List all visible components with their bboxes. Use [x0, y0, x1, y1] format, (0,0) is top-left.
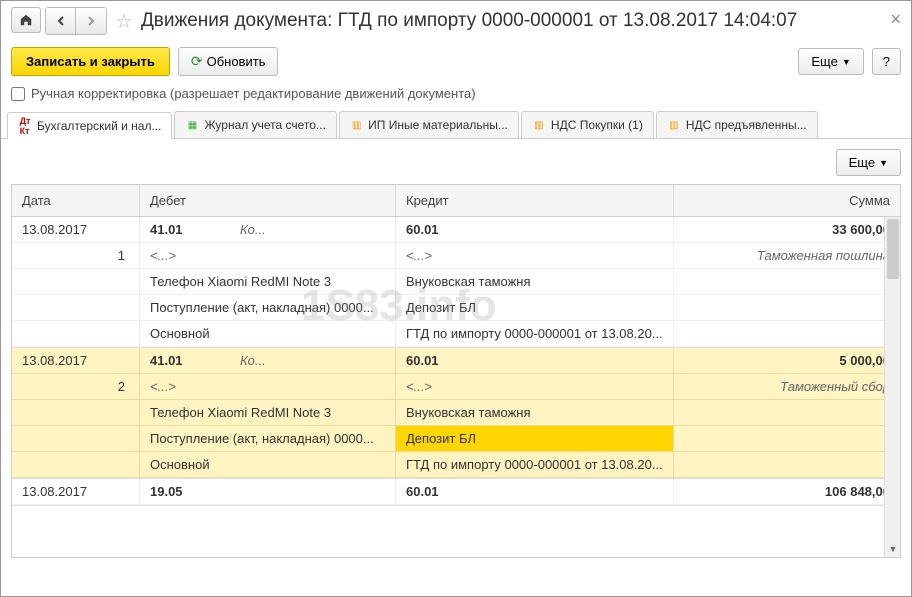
table-row[interactable]: 13.08.201741.01Ко...60.0133 600,001<...>… — [12, 217, 900, 348]
refresh-icon: ⟳ — [191, 53, 203, 70]
tab-2[interactable]: ▥ ИП Иные материальны... — [339, 111, 519, 138]
scrollbar[interactable]: ▼ — [884, 217, 900, 557]
cell-debit-line: <...> — [140, 243, 396, 269]
scroll-thumb[interactable] — [887, 219, 899, 279]
tab-icon: ▥ — [667, 118, 681, 132]
home-icon — [19, 13, 33, 27]
manual-correction-label: Ручная корректировка (разрешает редактир… — [31, 86, 476, 101]
cell-credit-account: 60.01 — [396, 217, 674, 243]
cell-credit-line: Депозит БЛ — [396, 426, 674, 452]
chevron-down-icon: ▼ — [879, 158, 888, 168]
content-more-button[interactable]: Еще ▼ — [836, 149, 901, 176]
close-button[interactable]: × — [890, 9, 901, 30]
cell-credit-account: 60.01 — [396, 479, 674, 505]
cell-debit-line: Телефон Xiaomi RedMI Note 3 — [140, 269, 396, 295]
cell-debit-account: 41.01Ко... — [140, 217, 396, 243]
cell-sum: 106 848,00 — [674, 479, 900, 505]
cell-debit-account: 19.05 — [140, 479, 396, 505]
refresh-button[interactable]: ⟳ Обновить — [178, 47, 279, 76]
forward-button[interactable] — [76, 8, 106, 34]
tab-label: НДС предъявленны... — [686, 118, 807, 132]
help-button[interactable]: ? — [872, 48, 901, 75]
chevron-down-icon: ▼ — [842, 57, 851, 67]
arrow-right-icon — [85, 15, 97, 27]
col-header-credit[interactable]: Кредит — [396, 185, 674, 216]
cell-sum: 33 600,00 — [674, 217, 900, 243]
cell-row-num: 2 — [12, 374, 140, 400]
cell-credit-account: 60.01 — [396, 348, 674, 374]
cell-credit-line: Внуковская таможня — [396, 269, 674, 295]
cell-row-num: 1 — [12, 243, 140, 269]
window-title: Движения документа: ГТД по импорту 0000-… — [141, 10, 797, 32]
tab-0[interactable]: ДтКт Бухгалтерский и нал... — [7, 112, 172, 139]
cell-debit-line: Основной — [140, 452, 396, 478]
tab-label: Бухгалтерский и нал... — [37, 119, 161, 133]
tab-icon: ▥ — [350, 118, 363, 132]
cell-credit-line: Внуковская таможня — [396, 400, 674, 426]
cell-debit-line: <...> — [140, 374, 396, 400]
col-header-sum[interactable]: Сумма — [674, 185, 900, 216]
tab-icon: ▥ — [532, 118, 546, 132]
scroll-down-icon[interactable]: ▼ — [885, 541, 900, 557]
cell-date: 13.08.2017 — [12, 217, 140, 243]
tabs: ДтКт Бухгалтерский и нал... ▦ Журнал учета … — [1, 111, 911, 139]
tab-label: Журнал учета счето... — [204, 118, 325, 132]
tab-label: НДС Покупки (1) — [551, 118, 643, 132]
cell-date: 13.08.2017 — [12, 479, 140, 505]
cell-sum-desc: Таможенный сбор — [674, 374, 900, 400]
cell-debit-line: Поступление (акт, накладная) 0000... — [140, 426, 396, 452]
cell-sum-desc: Таможенная пошлина — [674, 243, 900, 269]
tab-icon: ▦ — [185, 118, 199, 132]
col-header-debit[interactable]: Дебет — [140, 185, 396, 216]
favorite-star-icon[interactable]: ☆ — [115, 9, 133, 34]
cell-debit-line: Основной — [140, 321, 396, 347]
cell-sum: 5 000,00 — [674, 348, 900, 374]
more-button[interactable]: Еще ▼ — [798, 48, 863, 75]
col-header-date[interactable]: Дата — [12, 185, 140, 216]
cell-debit-line: Телефон Xiaomi RedMI Note 3 — [140, 400, 396, 426]
table-row[interactable]: 13.08.201719.0560.01106 848,00 — [12, 479, 900, 506]
tab-3[interactable]: ▥ НДС Покупки (1) — [521, 111, 654, 138]
cell-credit-line: <...> — [396, 374, 674, 400]
home-button[interactable] — [11, 7, 41, 33]
table-row[interactable]: 13.08.201741.01Ко...60.015 000,002<...><… — [12, 348, 900, 479]
cell-date: 13.08.2017 — [12, 348, 140, 374]
tab-icon: ДтКт — [18, 119, 32, 133]
cell-credit-line: ГТД по импорту 0000-000001 от 13.08.20..… — [396, 321, 674, 347]
manual-correction-checkbox[interactable] — [11, 87, 25, 101]
back-button[interactable] — [46, 8, 76, 34]
tab-1[interactable]: ▦ Журнал учета счето... — [174, 111, 336, 138]
cell-credit-line: ГТД по импорту 0000-000001 от 13.08.20..… — [396, 452, 674, 478]
cell-debit-account: 41.01Ко... — [140, 348, 396, 374]
save-close-button[interactable]: Записать и закрыть — [11, 47, 170, 76]
tab-4[interactable]: ▥ НДС предъявленны... — [656, 111, 818, 138]
arrow-left-icon — [55, 15, 67, 27]
postings-table: Дата Дебет Кредит Сумма 13.08.201741.01К… — [11, 184, 901, 558]
cell-credit-line: Депозит БЛ — [396, 295, 674, 321]
cell-debit-line: Поступление (акт, накладная) 0000... — [140, 295, 396, 321]
tab-label: ИП Иные материальны... — [368, 118, 508, 132]
cell-credit-line: <...> — [396, 243, 674, 269]
